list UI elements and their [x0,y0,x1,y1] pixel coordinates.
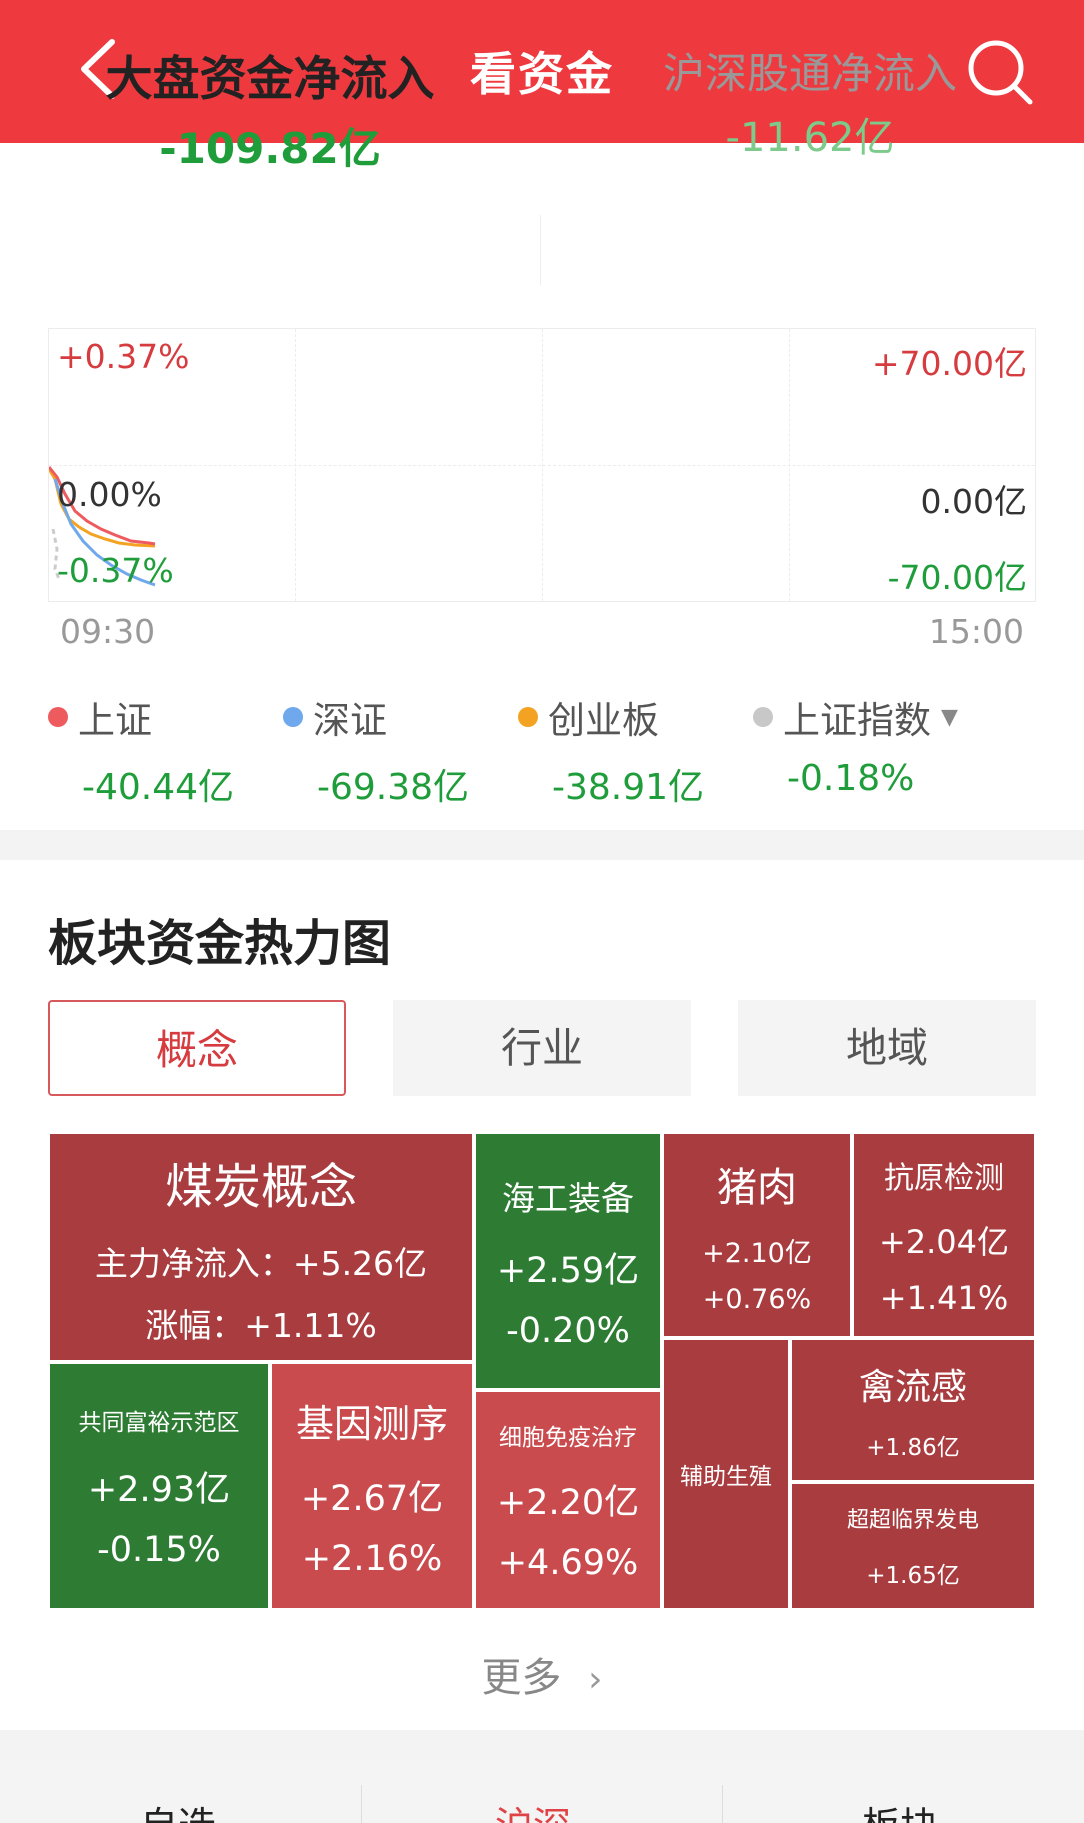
heatmap-tile-antigen[interactable]: 抗原检测 +2.04亿 +1.41% [852,1132,1036,1338]
tab-divider [540,215,541,285]
heatmap-tile-coal[interactable]: 煤炭概念 主力净流入：+5.26亿 涨幅：+1.11% [48,1132,474,1362]
connect-net-inflow-value: -11.62亿 [725,115,895,161]
legend-dot-icon [283,707,303,727]
heatmap-tile-common-prosperity[interactable]: 共同富裕示范区 +2.93亿 -0.15% [48,1362,270,1610]
legend-name: 上证指数 [783,699,931,742]
tile-name: 猪肉 [717,1165,797,1211]
legend-name: 深证 [313,699,387,742]
grid-line [49,465,1035,466]
tile-inflow: +1.65亿 [866,1563,960,1589]
tile-name: 超超临界发电 [846,1508,979,1533]
section-separator [0,830,1084,860]
heatmap-tile-avian-flu[interactable]: 禽流感 +1.86亿 [790,1338,1036,1482]
legend-dot-icon [48,707,68,727]
dropdown-caret-icon[interactable]: ▼ [941,705,958,730]
tile-name: 辅助生殖 [680,1464,772,1490]
heatmap-tile-ultra-supercritical-power[interactable]: 超超临界发电 +1.65亿 [790,1482,1036,1610]
legend-dot-icon [753,707,773,727]
tile-name: 禽流感 [858,1367,967,1408]
tab-hushen[interactable]: 沪深 [495,1795,571,1823]
tab-industry[interactable]: 行业 [393,1000,691,1096]
tile-inflow: +1.86亿 [866,1435,960,1461]
tile-change: +0.76% [702,1284,812,1315]
tile-inflow: +2.67亿 [300,1479,444,1519]
legend-value: -69.38亿 [317,767,470,808]
tile-change: +4.69% [497,1542,639,1583]
axis-label-left-top: +0.37% [57,337,190,376]
tile-name: 细胞免疫治疗 [499,1424,637,1451]
heatmap-section-title: 板块资金热力图 [48,915,392,972]
tile-inflow: +2.59亿 [496,1250,640,1291]
axis-label-right-bottom: -70.00亿 [887,558,1027,597]
legend-value: -40.44亿 [82,767,235,808]
market-net-inflow-value: -109.82亿 [159,124,381,173]
tab-divider [722,1785,723,1823]
legend-item-shenzhen[interactable]: 深证 -69.38亿 [283,690,469,810]
time-end-label: 15:00 [928,612,1024,651]
chevron-right-icon: › [588,1659,603,1700]
tile-change: -0.20% [506,1310,630,1351]
axis-label-left-bottom: -0.37% [57,551,174,590]
legend-item-shanghai[interactable]: 上证 -40.44亿 [48,690,234,810]
tile-inflow: 主力净流入：+5.26亿 [94,1244,428,1283]
tile-change: -0.15% [97,1529,221,1570]
tab-market-net-inflow[interactable]: 大盘资金净流入 -109.82亿 [70,40,470,176]
more-link[interactable]: 更多 › [0,1645,1084,1703]
axis-label-left-mid: 0.00% [57,475,162,514]
axis-label-right-top: +70.00亿 [871,344,1027,383]
legend-item-sh-index[interactable]: 上证指数 ▼ -0.18% [753,690,958,799]
axis-label-right-mid: 0.00亿 [920,482,1027,521]
tile-inflow: +2.20亿 [496,1482,640,1523]
tile-name: 煤炭概念 [164,1159,357,1215]
tab-region[interactable]: 地域 [738,1000,1036,1096]
heatmap-tile-offshore[interactable]: 海工装备 +2.59亿 -0.20% [474,1132,662,1390]
tile-change: +1.41% [879,1279,1009,1317]
tile-change: 涨幅：+1.11% [145,1306,377,1345]
tile-inflow: +2.10亿 [702,1238,812,1269]
legend-value: -38.91亿 [552,767,705,808]
connect-net-inflow-label: 沪深股通净流入 [662,49,957,98]
heatmap-tile-gene-sequencing[interactable]: 基因测序 +2.67亿 +2.16% [270,1362,474,1610]
tab-sectors[interactable]: 板块 [862,1795,938,1823]
tab-concept[interactable]: 概念 [48,1000,346,1096]
tile-inflow: +2.04亿 [878,1223,1010,1261]
tile-inflow: +2.93亿 [87,1469,231,1510]
tab-watchlist[interactable]: 自选 [140,1795,216,1823]
tile-name: 海工装备 [502,1178,634,1218]
intraday-flow-chart: +0.37% 0.00% -0.37% +70.00亿 0.00亿 -70.00… [48,328,1036,602]
sector-heatmap: 煤炭概念 主力净流入：+5.26亿 涨幅：+1.11% 海工装备 +2.59亿 … [48,1132,1036,1610]
chart-legend: 上证 -40.44亿 深证 -69.38亿 创业板 -38.91亿 上证指数 ▼ … [0,690,1084,808]
tab-connect-net-inflow[interactable]: 沪深股通净流入 -11.62亿 [640,40,980,163]
market-net-inflow-label: 大盘资金净流入 [105,52,435,107]
time-start-label: 09:30 [60,612,156,651]
legend-item-chinext[interactable]: 创业板 -38.91亿 [518,690,704,810]
legend-value: -0.18% [787,758,915,799]
legend-dot-icon [518,707,538,727]
tab-divider [361,1785,362,1823]
heatmap-tile-cell-immunotherapy[interactable]: 细胞免疫治疗 +2.20亿 +4.69% [474,1390,662,1610]
heatmap-tile-assisted-reproduction[interactable]: 辅助生殖 [662,1338,790,1610]
tile-name: 共同富裕示范区 [78,1409,240,1436]
section-separator [0,1730,1084,1760]
tile-name: 抗原检测 [884,1161,1004,1196]
bottom-tab-bar: 自选 沪深 板块 [0,1760,1084,1823]
heatmap-tile-pork[interactable]: 猪肉 +2.10亿 +0.76% [662,1132,852,1338]
more-label: 更多 [481,1655,562,1701]
tile-name: 基因测序 [295,1402,448,1446]
legend-name: 上证 [78,699,152,742]
tile-change: +2.16% [301,1539,443,1579]
legend-name: 创业板 [548,699,659,742]
